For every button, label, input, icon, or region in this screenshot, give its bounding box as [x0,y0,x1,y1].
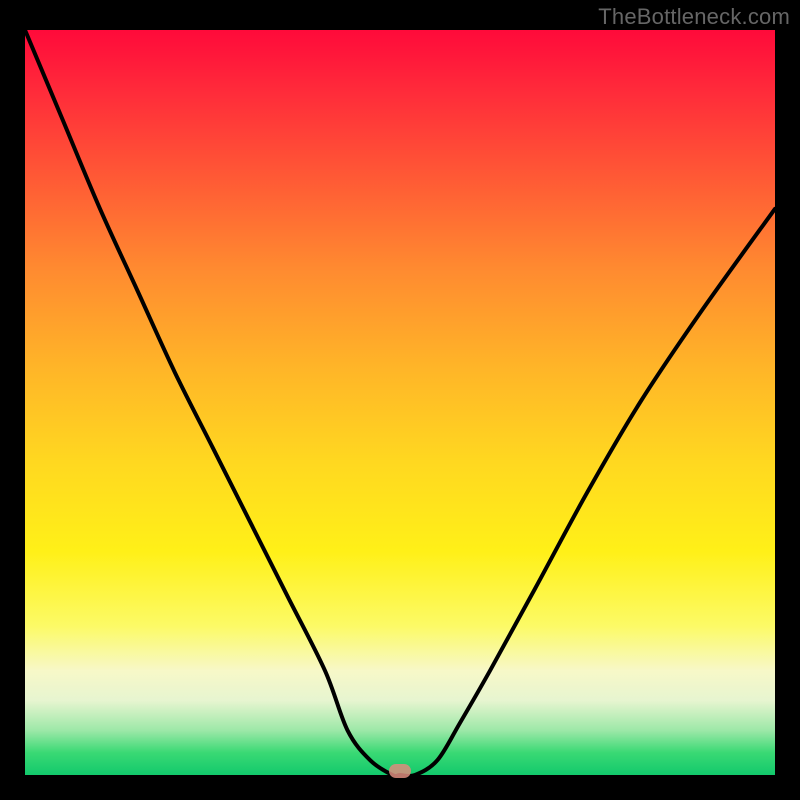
curve-path [25,30,775,776]
bottleneck-curve [25,30,775,775]
chart-container: TheBottleneck.com [0,0,800,800]
plot-area [25,30,775,775]
optimal-point-marker [389,764,411,778]
attribution-label: TheBottleneck.com [598,4,790,30]
